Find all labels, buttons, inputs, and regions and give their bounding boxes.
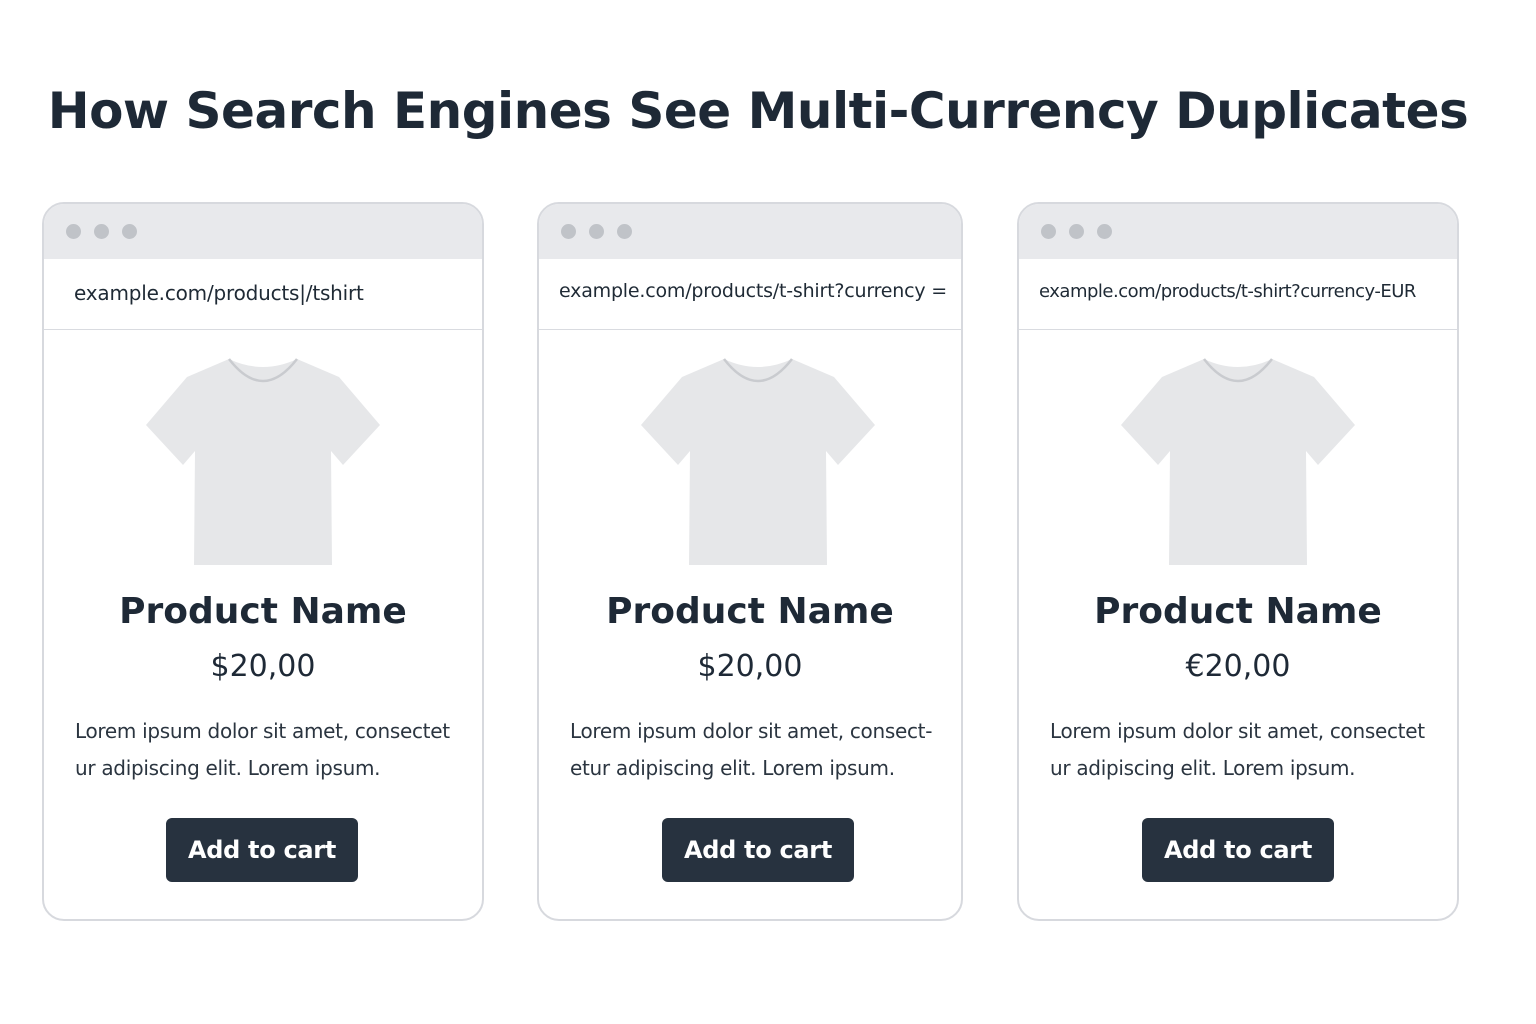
tshirt-body xyxy=(146,359,380,565)
browser-titlebar xyxy=(539,204,961,259)
description-line: Lorem ipsum dolor sit amet, consectet xyxy=(1050,719,1425,743)
description-line: ur adipiscing elit. Lorem ipsum. xyxy=(75,756,381,780)
description-line: ur adipiscing elit. Lorem ipsum. xyxy=(1050,756,1356,780)
window-minimize-dot-icon[interactable] xyxy=(1069,224,1084,239)
browser-titlebar xyxy=(1019,204,1457,259)
window-close-dot-icon[interactable] xyxy=(561,224,576,239)
window-maximize-dot-icon[interactable] xyxy=(617,224,632,239)
address-bar[interactable]: example.com/products/t-shirt?currency-EU… xyxy=(1019,259,1457,330)
address-bar[interactable]: example.com/products/t-shirt?currency = xyxy=(539,259,961,330)
tshirt-body xyxy=(641,359,875,565)
address-bar[interactable]: example.com/products|/tshirt xyxy=(44,259,482,330)
tshirt-icon xyxy=(641,358,875,565)
description-line: Lorem ipsum dolor sit amet, consect- xyxy=(570,719,933,743)
window-close-dot-icon[interactable] xyxy=(66,224,81,239)
page-title: How Search Engines See Multi-Currency Du… xyxy=(47,82,1469,140)
browser-window-card: example.com/products/t-shirt?currency = … xyxy=(537,202,963,921)
tshirt-body xyxy=(1121,359,1355,565)
url-text: example.com/products|/tshirt xyxy=(74,281,364,305)
product-price: €20,00 xyxy=(1185,649,1291,684)
product-price: $20,00 xyxy=(697,649,803,684)
window-maximize-dot-icon[interactable] xyxy=(1097,224,1112,239)
tshirt-icon xyxy=(1121,358,1355,565)
product-name: Product Name xyxy=(119,591,407,632)
add-to-cart-button[interactable]: Add to cart xyxy=(166,818,358,882)
add-to-cart-button[interactable]: Add to cart xyxy=(1142,818,1334,882)
browser-window-card: example.com/products|/tshirt Product Nam… xyxy=(42,202,484,921)
window-minimize-dot-icon[interactable] xyxy=(589,224,604,239)
window-minimize-dot-icon[interactable] xyxy=(94,224,109,239)
window-maximize-dot-icon[interactable] xyxy=(122,224,137,239)
browser-titlebar xyxy=(44,204,482,259)
product-name: Product Name xyxy=(1094,591,1382,632)
tshirt-icon xyxy=(146,358,380,565)
window-close-dot-icon[interactable] xyxy=(1041,224,1056,239)
description-line: Lorem ipsum dolor sit amet, consectet xyxy=(75,719,450,743)
add-to-cart-button[interactable]: Add to cart xyxy=(662,818,854,882)
product-description: Lorem ipsum dolor sit amet, consect- etu… xyxy=(570,713,932,787)
url-text: example.com/products/t-shirt?currency = xyxy=(559,280,947,302)
product-price: $20,00 xyxy=(210,649,316,684)
browser-window-card: example.com/products/t-shirt?currency-EU… xyxy=(1017,202,1459,921)
url-text: example.com/products/t-shirt?currency-EU… xyxy=(1039,281,1416,302)
product-description: Lorem ipsum dolor sit amet, consectet ur… xyxy=(75,713,450,787)
description-line: etur adipiscing elit. Lorem ipsum. xyxy=(570,756,895,780)
product-description: Lorem ipsum dolor sit amet, consectet ur… xyxy=(1050,713,1425,787)
product-name: Product Name xyxy=(606,591,894,632)
